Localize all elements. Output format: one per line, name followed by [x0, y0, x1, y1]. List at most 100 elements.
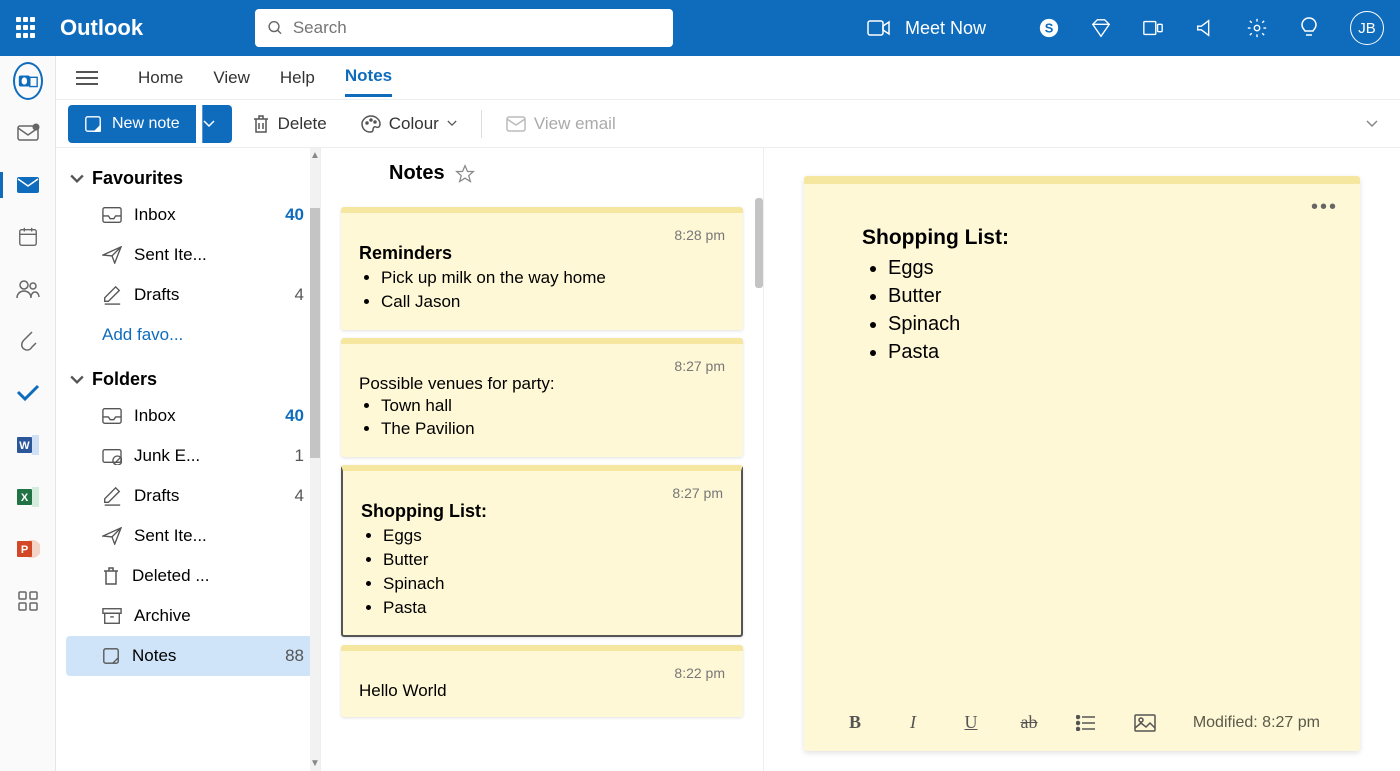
rail-mail-icon[interactable] — [13, 170, 43, 200]
app-launcher-icon[interactable] — [16, 17, 38, 39]
rail-files-icon[interactable] — [13, 326, 43, 356]
toolbar-overflow[interactable] — [1366, 120, 1388, 128]
folder-sidebar: Favourites Inbox40Sent Ite...Drafts4 Add… — [56, 148, 320, 771]
folder-item-archive[interactable]: Archive — [66, 596, 314, 636]
delete-label: Delete — [278, 114, 327, 134]
folder-item-sentite[interactable]: Sent Ite... — [66, 516, 314, 556]
note-time: 8:27 pm — [359, 358, 725, 374]
tab-help[interactable]: Help — [280, 60, 315, 96]
strikethrough-button[interactable]: ab — [1018, 712, 1040, 733]
divider — [481, 110, 482, 138]
add-favourite-link[interactable]: Add favo... — [66, 315, 314, 355]
rail-calendar-icon[interactable] — [13, 222, 43, 252]
tab-notes[interactable]: Notes — [345, 58, 392, 97]
note-detail-item: Spinach — [888, 310, 1302, 338]
bold-button[interactable]: B — [844, 712, 866, 733]
note-time: 8:27 pm — [361, 485, 723, 501]
image-button[interactable] — [1134, 714, 1156, 732]
search-box[interactable] — [255, 9, 673, 47]
star-icon[interactable] — [455, 164, 475, 184]
favourites-header[interactable]: Favourites — [66, 162, 314, 195]
folder-label: Deleted ... — [132, 566, 210, 586]
note-title: Reminders — [359, 243, 725, 264]
settings-icon[interactable] — [1246, 17, 1268, 39]
premium-icon[interactable] — [1090, 17, 1112, 39]
note-body: EggsButterSpinachPasta — [361, 524, 723, 619]
note-detail-item: Pasta — [888, 338, 1302, 366]
note-card[interactable]: 8:28 pmRemindersPick up milk on the way … — [341, 207, 743, 330]
folder-label: Drafts — [134, 486, 179, 506]
notes-list-title: Notes — [389, 162, 445, 185]
folder-item-deleted[interactable]: Deleted ... — [66, 556, 314, 596]
tab-view[interactable]: View — [213, 60, 250, 96]
notes-scrollbar[interactable] — [755, 198, 763, 288]
rail-people-icon[interactable] — [13, 274, 43, 304]
delete-button[interactable]: Delete — [238, 105, 341, 143]
colour-label: Colour — [389, 114, 439, 134]
tab-home[interactable]: Home — [138, 60, 183, 96]
underline-button[interactable]: U — [960, 712, 982, 733]
colour-button[interactable]: Colour — [347, 105, 471, 143]
note-content[interactable]: Shopping List: EggsButterSpinachPasta — [834, 202, 1330, 706]
bullet-list-button[interactable] — [1076, 715, 1098, 731]
rail-todo-icon[interactable] — [13, 378, 43, 408]
folder-icon — [102, 206, 122, 224]
hamburger-icon[interactable] — [76, 71, 98, 85]
rail-outlook[interactable] — [13, 66, 43, 96]
svg-text:P: P — [20, 544, 27, 556]
tips-icon[interactable] — [1298, 17, 1320, 39]
note-body: Possible venues for party:Town hallThe P… — [359, 374, 725, 442]
folders-header[interactable]: Folders — [66, 363, 314, 396]
user-avatar[interactable]: JB — [1350, 11, 1384, 45]
tab-bar: Home View Help Notes — [56, 56, 1400, 100]
palette-icon — [361, 115, 381, 133]
view-email-button: View email — [492, 105, 630, 143]
note-icon — [84, 115, 102, 133]
folder-item-junke[interactable]: Junk E...1 — [66, 436, 314, 476]
search-icon — [267, 19, 284, 37]
folder-count: 40 — [285, 406, 304, 426]
trash-icon — [252, 114, 270, 134]
new-note-button[interactable]: New note — [68, 105, 196, 143]
folder-icon — [102, 607, 122, 625]
rail-more-apps-icon[interactable] — [13, 586, 43, 616]
teams-icon[interactable] — [1142, 17, 1164, 39]
folder-label: Sent Ite... — [134, 245, 207, 265]
folder-item-drafts[interactable]: Drafts4 — [66, 275, 314, 315]
svg-text:+: + — [33, 125, 37, 132]
folder-label: Archive — [134, 606, 191, 626]
svg-text:S: S — [1045, 21, 1054, 36]
note-menu-icon[interactable]: ••• — [1311, 196, 1338, 219]
folder-item-inbox[interactable]: Inbox40 — [66, 195, 314, 235]
folder-icon — [102, 407, 122, 425]
announcements-icon[interactable] — [1194, 17, 1216, 39]
meet-now-label: Meet Now — [905, 18, 986, 39]
folder-item-inbox[interactable]: Inbox 40 — [66, 396, 314, 436]
folder-icon — [102, 647, 120, 665]
note-card[interactable]: 8:27 pmPossible venues for party:Town ha… — [341, 338, 743, 458]
folder-item-notes[interactable]: Notes88 — [66, 636, 314, 676]
svg-text:X: X — [20, 492, 28, 504]
chevron-down-icon — [203, 120, 215, 128]
rail-word-icon[interactable]: W — [13, 430, 43, 460]
search-input[interactable] — [293, 18, 661, 38]
folder-icon — [102, 285, 122, 305]
meet-now-button[interactable]: Meet Now — [867, 18, 986, 39]
folder-label: Inbox — [134, 406, 176, 426]
rail-new-mail-icon[interactable]: + — [13, 118, 43, 148]
rail-excel-icon[interactable]: X — [13, 482, 43, 512]
folder-item-drafts[interactable]: Drafts4 — [66, 476, 314, 516]
format-toolbar: B I U ab Modified: 8:27 pm — [834, 706, 1330, 737]
rail-powerpoint-icon[interactable]: P — [13, 534, 43, 564]
skype-icon[interactable]: S — [1038, 17, 1060, 39]
note-card[interactable]: 8:27 pmShopping List:EggsButterSpinachPa… — [341, 465, 743, 637]
new-note-dropdown[interactable] — [202, 105, 232, 143]
sidebar-scrollbar[interactable]: ▲ ▼ — [310, 148, 320, 771]
note-card[interactable]: 8:22 pmHello World — [341, 645, 743, 717]
chevron-down-icon — [70, 375, 84, 385]
folder-item-sentite[interactable]: Sent Ite... — [66, 235, 314, 275]
note-time: 8:28 pm — [359, 227, 725, 243]
folder-label: Drafts — [134, 285, 179, 305]
italic-button[interactable]: I — [902, 712, 924, 733]
folder-count: 1 — [295, 446, 304, 466]
